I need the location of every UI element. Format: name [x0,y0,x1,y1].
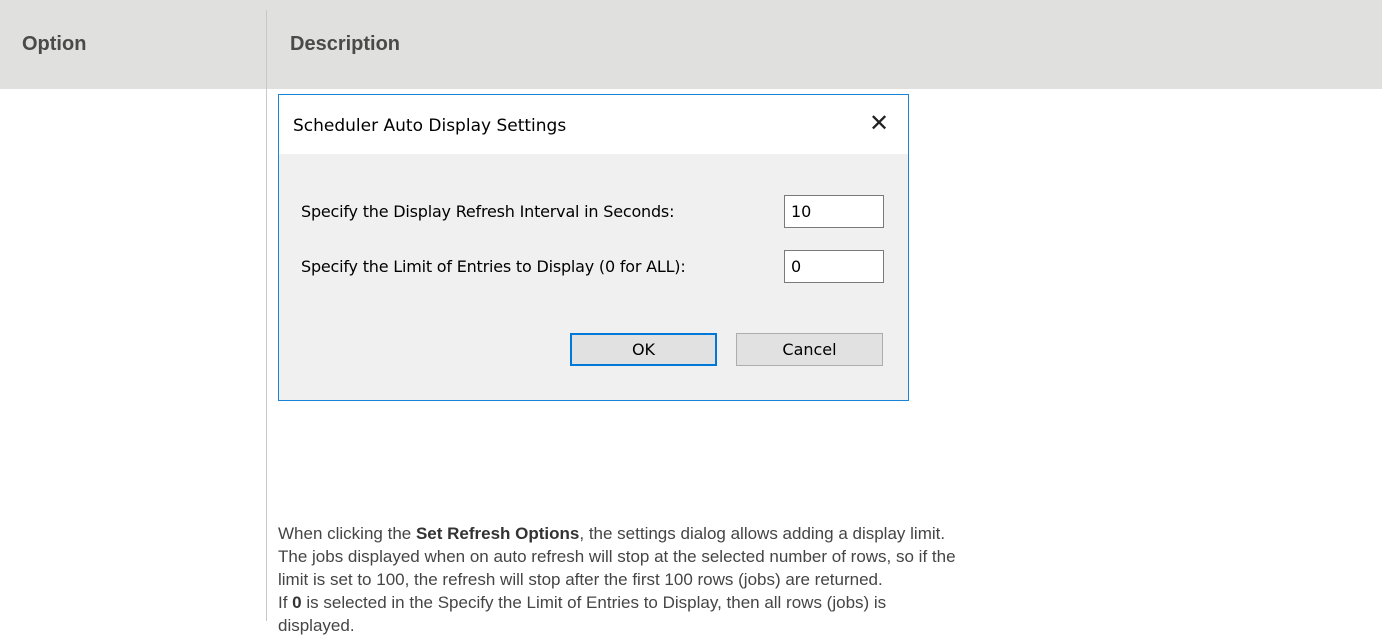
auto-display-settings-dialog: Scheduler Auto Display Settings ✕ Specif… [278,94,909,401]
description-text: When clicking the Set Refresh Options, t… [278,522,1358,637]
description-line: If 0 is selected in the Specify the Limi… [278,593,887,612]
table-header: Option Description [0,0,1382,89]
description-line: The jobs displayed when on auto refresh … [278,547,956,566]
entry-limit-input[interactable]: 0 [784,250,884,283]
zero-term: 0 [292,593,302,612]
description-line: displayed. [278,616,355,635]
cancel-button[interactable]: Cancel [736,333,883,366]
close-icon[interactable]: ✕ [862,108,896,138]
refresh-interval-input[interactable]: 10 [784,195,884,228]
description-line: limit is set to 100, the refresh will st… [278,570,883,589]
header-description: Description [290,33,401,55]
entry-limit-label: Specify the Limit of Entries to Display … [301,257,686,276]
refresh-interval-label: Specify the Display Refresh Interval in … [301,202,675,221]
description-line: When clicking the Set Refresh Options, t… [278,524,946,543]
header-option: Option [22,33,87,55]
dialog-title: Scheduler Auto Display Settings [293,116,567,136]
set-refresh-options-term: Set Refresh Options [415,524,580,543]
dialog-titlebar: Scheduler Auto Display Settings ✕ [279,95,908,154]
column-divider [266,89,267,621]
header-divider [266,10,267,89]
ok-button[interactable]: OK [570,333,717,366]
